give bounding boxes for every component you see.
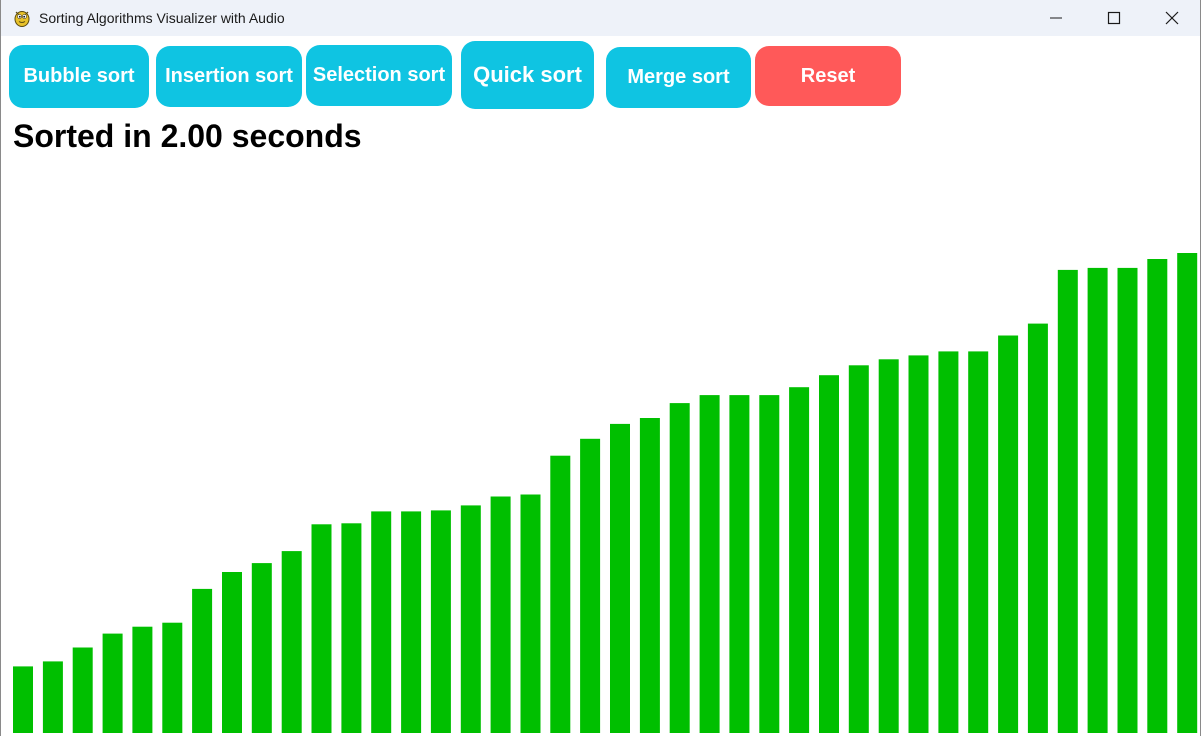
- array-bar: [371, 511, 392, 733]
- array-bar: [102, 633, 123, 733]
- array-bar: [1057, 269, 1078, 733]
- array-bar: [311, 524, 332, 733]
- array-bar: [281, 551, 302, 733]
- array-bar: [878, 359, 899, 733]
- array-bar: [42, 661, 63, 733]
- array-bar: [819, 375, 839, 733]
- array-bar: [1177, 253, 1198, 733]
- array-bar: [759, 395, 780, 733]
- array-bar: [550, 455, 571, 733]
- array-bar: [729, 395, 750, 733]
- array-bar: [222, 572, 242, 733]
- array-bar: [72, 647, 93, 733]
- array-bar: [192, 588, 213, 733]
- array-bar: [1147, 259, 1168, 733]
- array-bar: [1087, 267, 1108, 733]
- array-bar: [789, 387, 810, 733]
- array-bar: [580, 438, 601, 733]
- array-bar: [699, 395, 720, 733]
- array-bar: [908, 355, 929, 733]
- array-bar: [13, 666, 33, 733]
- array-bar: [460, 505, 481, 733]
- array-bar: [938, 351, 959, 733]
- app-window: Sorting Algorithms Visualizer with Audio…: [0, 0, 1201, 736]
- array-bar: [132, 626, 153, 733]
- array-bar: [968, 351, 989, 733]
- array-bar: [520, 494, 541, 733]
- array-bar: [401, 511, 422, 733]
- array-bar: [490, 496, 511, 733]
- array-bar: [1027, 323, 1048, 733]
- array-bar: [998, 335, 1019, 733]
- array-bar: [162, 622, 183, 733]
- array-bar: [848, 365, 869, 733]
- bars-canvas: [13, 253, 1198, 733]
- array-bar: [669, 403, 690, 733]
- array-bar: [639, 418, 660, 733]
- array-bar: [251, 563, 272, 733]
- array-bar: [610, 423, 630, 733]
- array-bar: [1117, 267, 1138, 733]
- array-bar: [430, 510, 451, 733]
- array-bar: [341, 523, 362, 733]
